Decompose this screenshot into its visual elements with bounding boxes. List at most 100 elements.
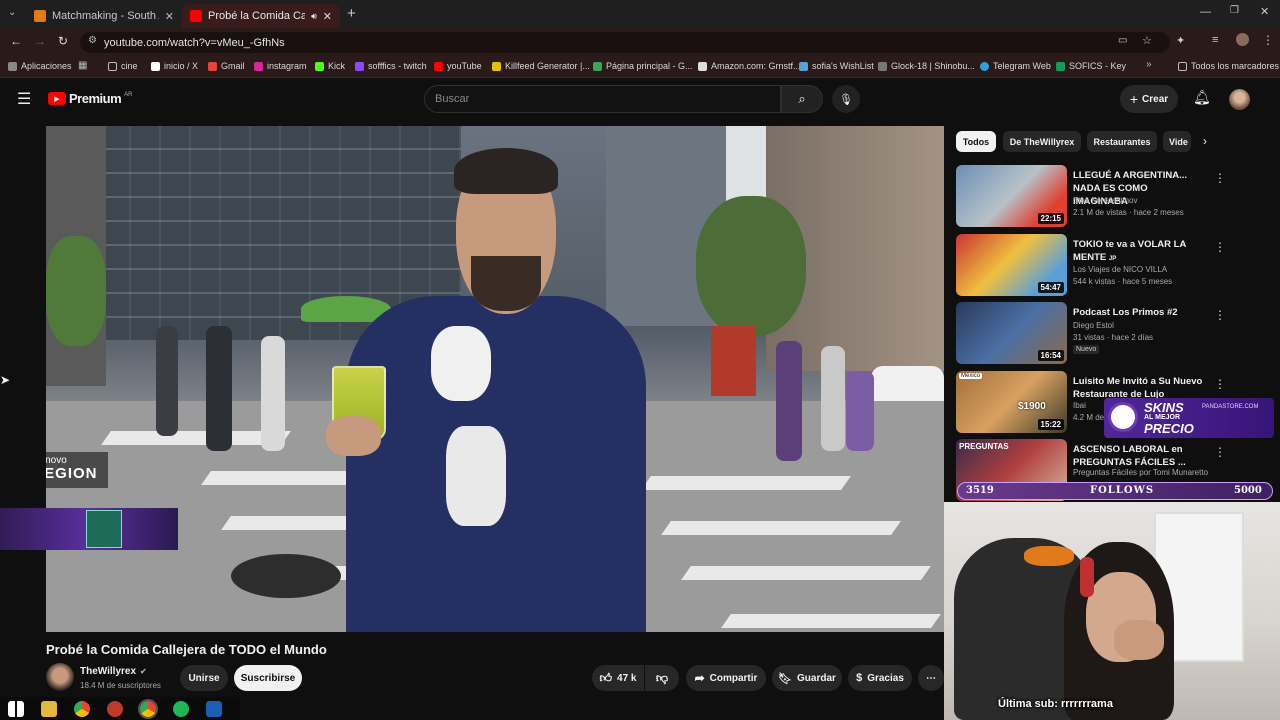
reload-icon[interactable]: ↻ xyxy=(58,34,68,48)
video-player[interactable]: Lenovo LEGION xyxy=(46,126,944,632)
restore-icon[interactable]: ❐ xyxy=(1230,5,1239,16)
profile-icon[interactable] xyxy=(1236,33,1249,46)
more-bookmarks-icon[interactable]: » xyxy=(1146,59,1152,70)
bookmark-label: cine xyxy=(121,61,138,71)
save-button[interactable]: 🔖︎ Guardar xyxy=(772,665,842,691)
video-thumbnail[interactable]: México $1900 15:22 xyxy=(956,371,1067,433)
create-button[interactable]: + Crear xyxy=(1120,85,1178,113)
bookmark-label: Aplicaciones xyxy=(21,61,72,71)
bookmark-x[interactable]: inicio / X xyxy=(151,61,198,71)
channel-name[interactable]: TheWillyrex ✔︎ xyxy=(80,666,147,677)
join-button[interactable]: Unirse xyxy=(180,665,228,691)
bookmark-glock[interactable]: Glock-18 | Shinobu... xyxy=(878,61,975,71)
headset xyxy=(1080,557,1094,597)
bookmark-kick[interactable]: Kick xyxy=(315,61,345,71)
bookmark-label: instagram xyxy=(267,61,307,71)
bookmark-drive[interactable]: Página principal - G... xyxy=(593,61,693,71)
file-explorer-icon[interactable] xyxy=(41,701,57,717)
tab-label: Probé la Comida Callejera d xyxy=(208,10,306,22)
site-info-icon[interactable]: ⚙︎ xyxy=(88,35,97,46)
new-tab-button[interactable]: + xyxy=(347,5,356,22)
avatar[interactable] xyxy=(1229,89,1250,110)
chip-todos[interactable]: Todos xyxy=(956,131,996,152)
more-options-icon[interactable]: ⋮ xyxy=(1214,377,1226,391)
bookmark-label: Telegram Web xyxy=(993,61,1051,71)
ad-line3: PRECIO xyxy=(1144,421,1194,436)
hamburger-menu-icon[interactable]: ☰ xyxy=(17,89,31,109)
bookmark-instagram[interactable]: instagram xyxy=(254,61,307,71)
chip-restaurantes[interactable]: Restaurantes xyxy=(1087,131,1157,152)
channel-avatar[interactable] xyxy=(46,663,74,691)
extensions-icon[interactable]: ✦ xyxy=(1176,34,1185,47)
crosswalk-stripe xyxy=(721,614,941,628)
tab-youtube-video[interactable]: Probé la Comida Callejera d 🔊︎ ✕ xyxy=(182,4,340,28)
search-input[interactable]: Buscar xyxy=(424,85,781,113)
thumb-price: $1900 xyxy=(1018,401,1046,412)
grid-icon[interactable]: ▦ xyxy=(78,60,87,71)
notifications-bell-icon[interactable]: 🔔︎ xyxy=(1193,89,1211,106)
back-icon[interactable]: ← xyxy=(10,34,22,48)
like-button[interactable]: 👍︎ 47 k xyxy=(592,665,644,691)
close-icon[interactable]: ✕ xyxy=(165,10,174,23)
thanks-button[interactable]: $ Gracias xyxy=(848,665,912,691)
brand-bottom: LEGION xyxy=(46,465,98,482)
create-label: Crear xyxy=(1142,93,1169,105)
list-item[interactable]: 54:47 TOKIO te va a VOLAR LA MENTE JP Lo… xyxy=(956,234,1276,296)
bookmark-cine[interactable]: cine xyxy=(108,61,138,71)
bookmark-gmail[interactable]: Gmail xyxy=(208,61,245,71)
video-thumbnail[interactable]: 54:47 xyxy=(956,234,1067,296)
bookmark-amazon[interactable]: Amazon.com: Grnstf... xyxy=(698,61,801,71)
more-options-icon[interactable]: ⋮ xyxy=(1214,445,1226,459)
tab-matchmaking[interactable]: Matchmaking - South America ✕ xyxy=(26,4,182,28)
sheets-icon xyxy=(1056,61,1065,71)
chip-de-thewillyrex[interactable]: De TheWillyrex xyxy=(1003,131,1081,152)
thanks-icon: $ xyxy=(856,672,863,684)
app-icon[interactable] xyxy=(206,701,222,717)
bookmark-sofics-key[interactable]: SOFICS - Key xyxy=(1056,61,1126,71)
more-actions-button[interactable]: ⋯ xyxy=(918,665,944,691)
window-close-icon[interactable]: ✕ xyxy=(1260,5,1269,18)
speaker-icon[interactable]: 🔊︎ xyxy=(311,11,317,22)
forward-icon[interactable]: → xyxy=(34,34,46,48)
app-icon[interactable] xyxy=(107,701,123,717)
spotify-icon[interactable] xyxy=(173,701,189,717)
more-options-icon[interactable]: ⋮ xyxy=(1214,171,1226,185)
dislike-button[interactable]: 👎︎ xyxy=(645,665,679,691)
tab-list-chevron-icon[interactable]: ⌄ xyxy=(8,7,16,18)
media-control-icon[interactable]: ≡ xyxy=(1212,34,1218,46)
bookmark-wishlist[interactable]: sofia's WishList xyxy=(799,61,874,71)
bookmark-star-icon[interactable]: ☆ xyxy=(1142,34,1152,47)
voice-search-button[interactable]: 🎙︎ xyxy=(832,85,860,113)
close-icon[interactable]: ✕ xyxy=(323,10,332,23)
more-options-icon[interactable]: ⋮ xyxy=(1214,240,1226,254)
video-thumbnail[interactable]: 22:15 xyxy=(956,165,1067,227)
video-thumbnail[interactable]: 16:54 xyxy=(956,302,1067,364)
more-options-icon[interactable]: ⋮ xyxy=(1214,308,1226,322)
bookmark-youtube[interactable]: youTube xyxy=(434,61,482,71)
folder-icon xyxy=(108,61,117,71)
subscribe-button[interactable]: Suscribirse xyxy=(234,665,302,691)
share-button[interactable]: ➦ Compartir xyxy=(686,665,766,691)
list-item[interactable]: 16:54 Podcast Los Primos #2 Diego Estol … xyxy=(956,302,1276,364)
youtube-logo[interactable]: ▶ Premium AR xyxy=(48,91,132,106)
browser-menu-icon[interactable]: ⋮ xyxy=(1262,33,1274,47)
bookmark-killfeed[interactable]: Killfeed Generator |... xyxy=(492,61,590,71)
list-item[interactable]: 22:15 LLEGUÉ A ARGENTINA... NADA ES COMO… xyxy=(956,165,1276,227)
url-field[interactable]: ⚙︎ youtube.com/watch?v=vMeu_-GfhNs ▭ ☆ xyxy=(80,32,1170,53)
chip-videos[interactable]: Vide xyxy=(1163,131,1191,152)
bookmark-twitch[interactable]: sofffics - twitch xyxy=(355,61,427,71)
bookmark-telegram[interactable]: Telegram Web xyxy=(980,61,1051,71)
chevron-right-icon[interactable]: › xyxy=(1203,134,1207,148)
minimize-icon[interactable]: — xyxy=(1200,6,1211,18)
bookmark-all[interactable]: Todos los marcadores xyxy=(1178,61,1279,71)
subscriber-count: 18.4 M de suscriptores xyxy=(80,681,161,690)
chrome-active-icon[interactable] xyxy=(140,701,156,717)
pedestrian xyxy=(156,326,178,436)
sky xyxy=(726,126,766,206)
bookmark-apps[interactable]: Aplicaciones xyxy=(8,61,72,71)
search-button[interactable]: ⌕ xyxy=(781,85,823,113)
follow-goal: 5000 xyxy=(1234,485,1262,496)
chrome-icon[interactable] xyxy=(74,701,90,717)
install-app-icon[interactable]: ▭ xyxy=(1118,35,1127,46)
windows-start-icon[interactable] xyxy=(8,701,24,717)
